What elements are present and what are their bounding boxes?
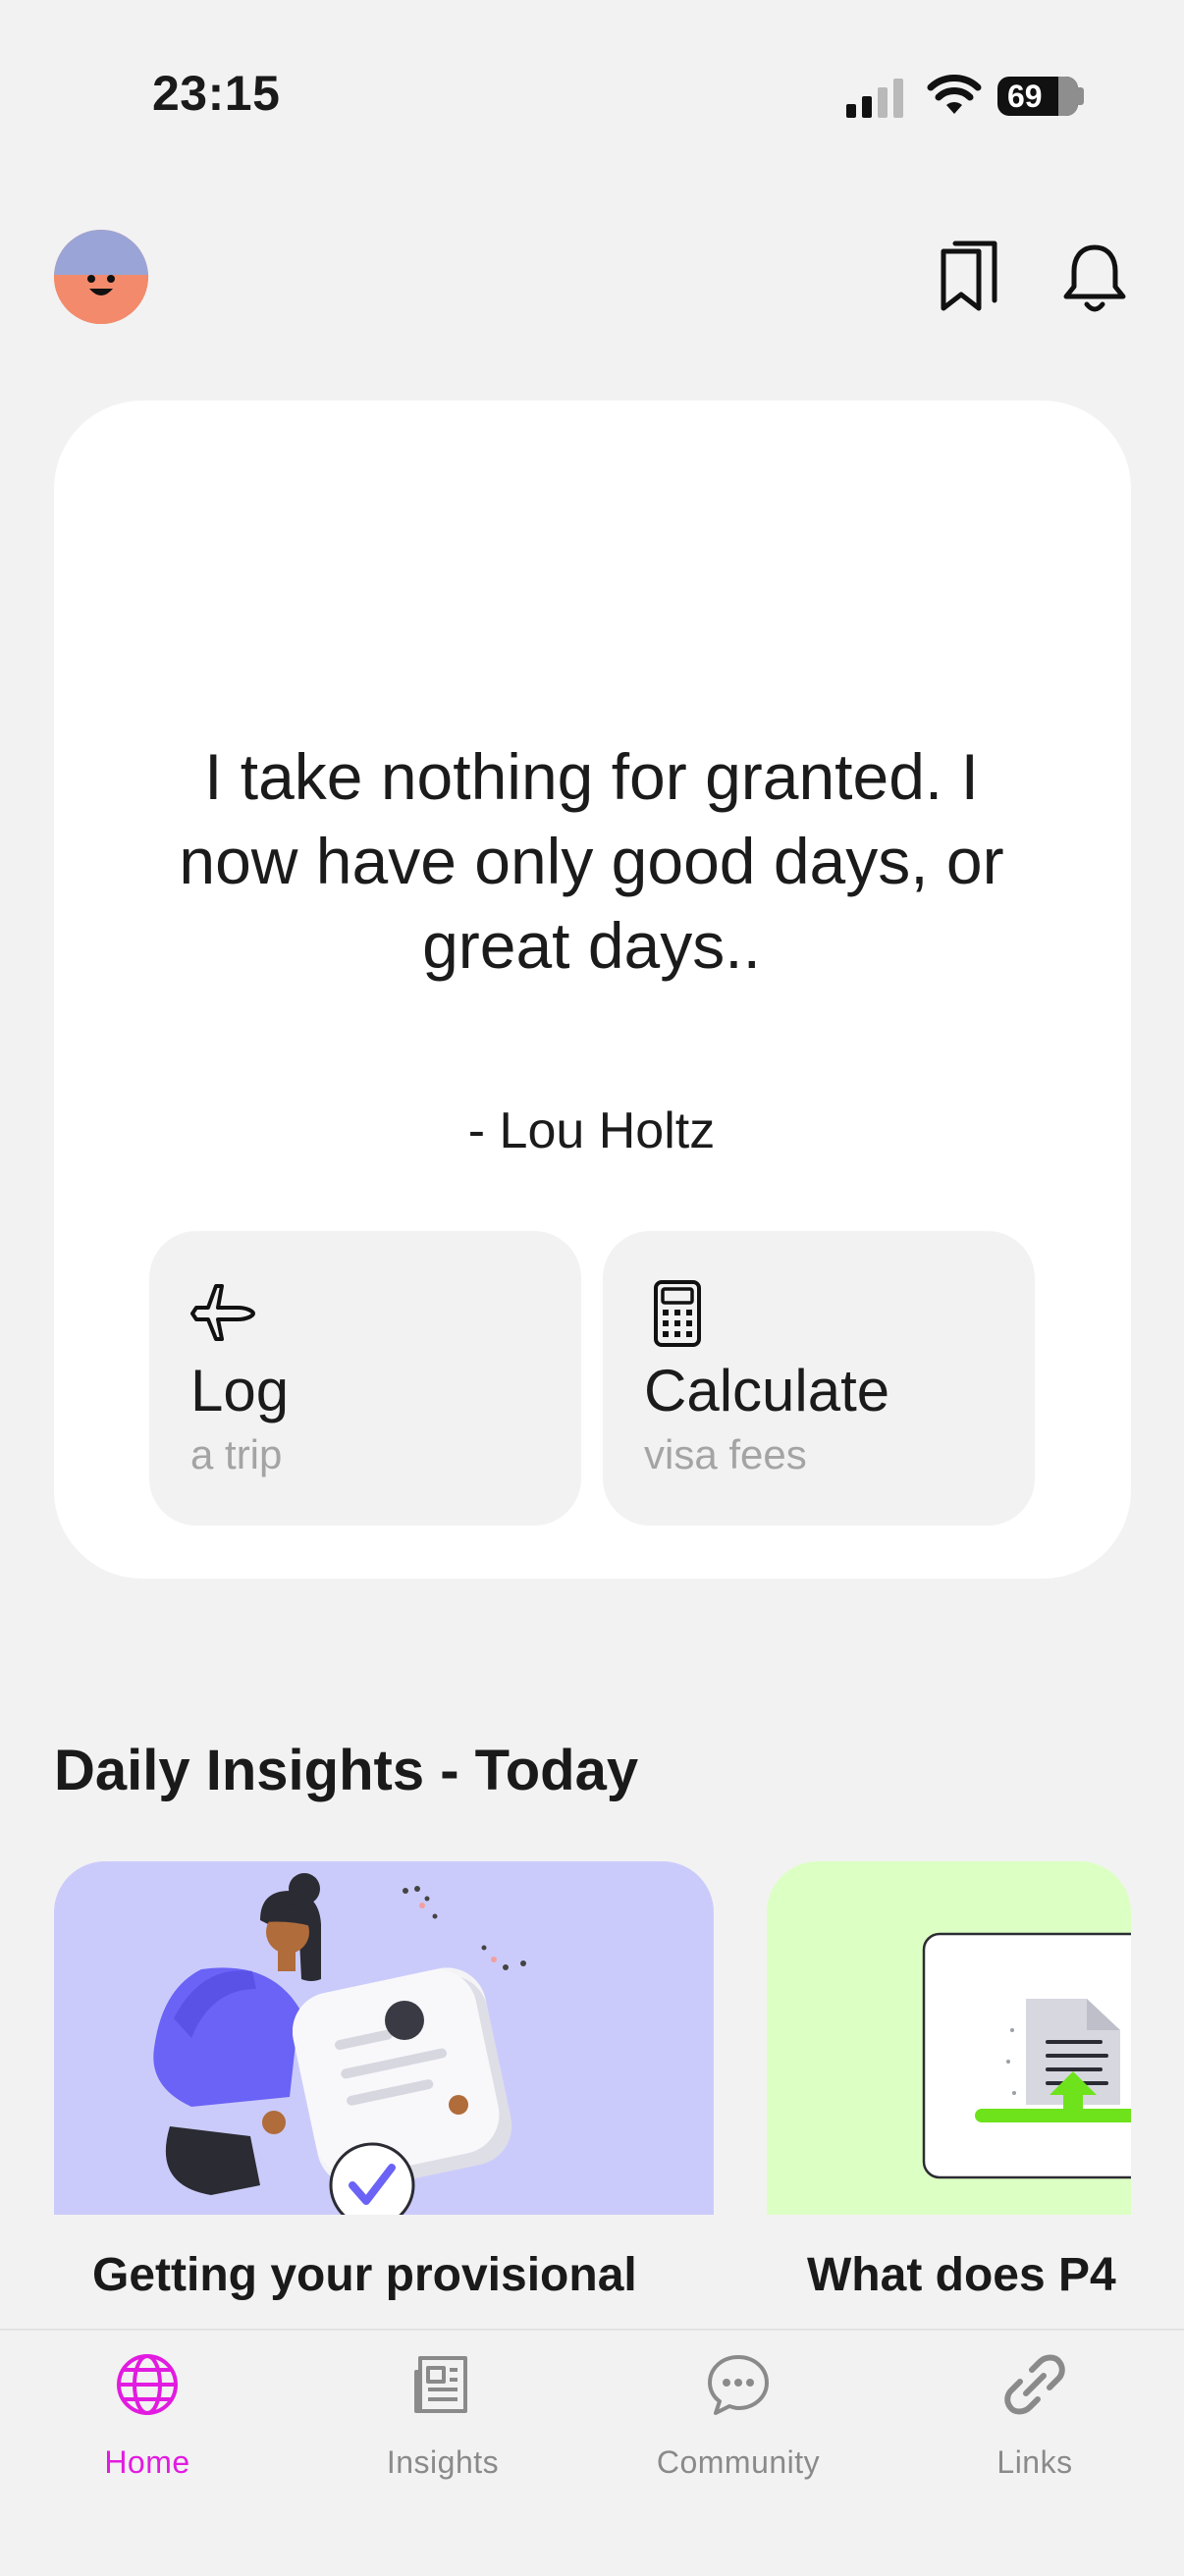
calculate-subtitle: visa fees: [644, 1431, 807, 1477]
cellular-signal-icon: [846, 79, 903, 118]
log-trip-button[interactable]: Log a trip: [149, 1231, 581, 1526]
quote-author: - Lou Holtz: [467, 1102, 716, 1159]
insight-card-title[interactable]: Getting your provisional: [92, 2248, 637, 2302]
bell-icon[interactable]: [1060, 242, 1129, 316]
log-title: Log: [190, 1358, 290, 1423]
chat-bubble-icon: [708, 2355, 769, 2415]
tab-insights-label: Insights: [386, 2444, 500, 2480]
insight-card-title[interactable]: What does P4: [807, 2248, 1116, 2302]
tab-community-label: Community: [656, 2444, 821, 2480]
tab-links-label: Links: [996, 2444, 1073, 2480]
calculate-title: Calculate: [644, 1358, 890, 1423]
document-upload-illustration: [922, 1932, 1131, 2179]
log-subtitle: a trip: [190, 1431, 283, 1477]
tab-insights[interactable]: Insights: [335, 2352, 551, 2480]
quote-text: I take nothing for granted. I now have o…: [179, 740, 1004, 982]
airplane-icon: [190, 1284, 255, 1341]
wifi-icon: [927, 75, 982, 114]
status-time: 23:15: [152, 66, 281, 121]
daily-insights-title: Daily Insights - Today: [54, 1739, 639, 1802]
battery-level: 69: [1007, 78, 1043, 114]
battery-cap: [1078, 87, 1084, 105]
avatar[interactable]: [54, 230, 148, 324]
woman-holding-approved-document-illustration: [153, 1873, 526, 2215]
battery-icon: 69: [997, 77, 1078, 116]
tab-home[interactable]: Home: [39, 2352, 255, 2480]
newspaper-icon: [414, 2356, 467, 2413]
bookmarks-icon[interactable]: [936, 240, 1004, 314]
tab-community[interactable]: Community: [630, 2352, 846, 2480]
tab-home-label: Home: [104, 2444, 190, 2480]
link-icon: [1004, 2354, 1065, 2415]
insight-card-image[interactable]: [767, 1861, 1131, 2215]
insight-card-image[interactable]: [54, 1861, 714, 2215]
calculate-visa-fees-button[interactable]: Calculate visa fees: [603, 1231, 1035, 1526]
globe-icon: [117, 2354, 178, 2415]
calculator-icon: [654, 1280, 701, 1347]
tab-links[interactable]: Links: [927, 2352, 1143, 2480]
